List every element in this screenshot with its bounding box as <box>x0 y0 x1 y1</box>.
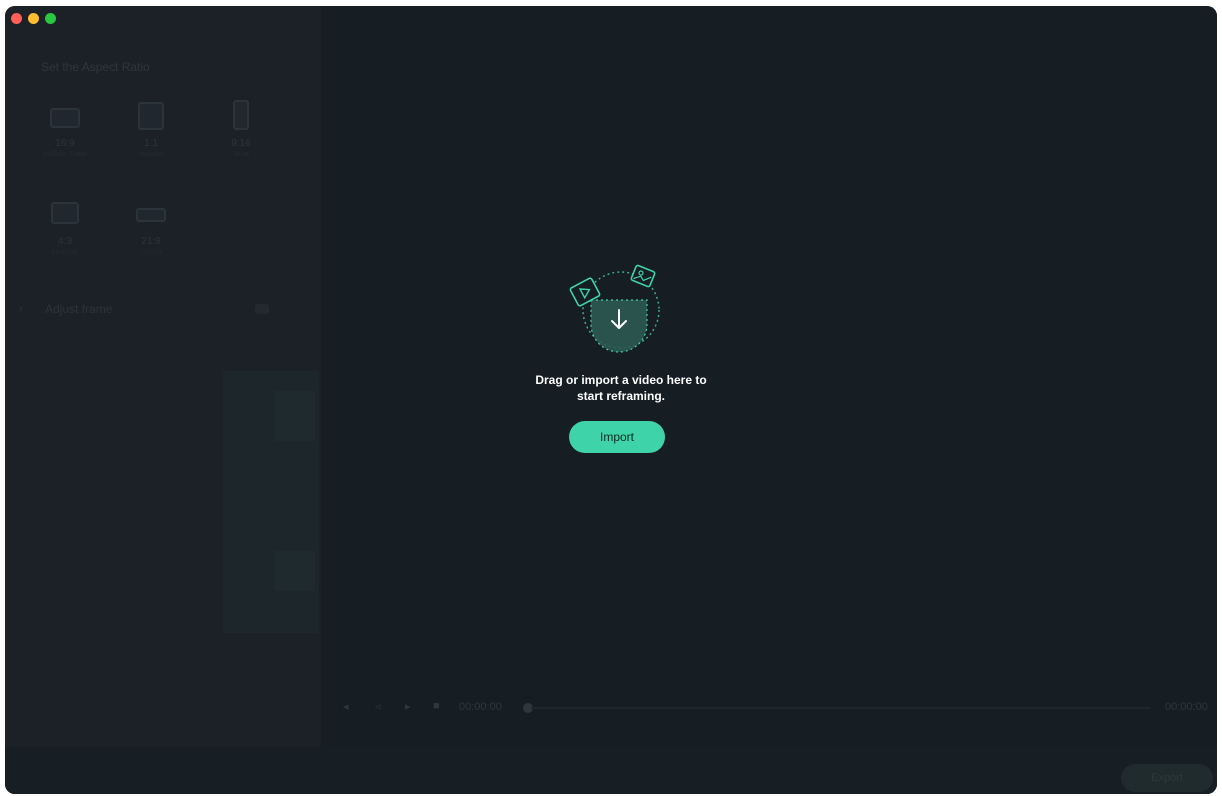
playback-controls: ◂ ◃ ▸ ■ 00:00:00 00:00:00 <box>321 696 1217 720</box>
ratio-label: 4:3 <box>58 236 72 247</box>
aspect-ratio-panel: Set the Aspect Ratio 16:9 YouTube, Twitt… <box>5 6 321 794</box>
ratio-option-4-3[interactable]: 4:3 Facebook <box>35 198 95 268</box>
ratio-sublabel: Instagram <box>137 152 165 158</box>
ratio-option-9-16[interactable]: 9:16 TikTok <box>211 100 271 170</box>
minimize-window-button[interactable] <box>28 13 39 24</box>
ratio-option-1-1[interactable]: 1:1 Instagram <box>121 100 181 170</box>
square-icon <box>138 102 164 130</box>
preview-area[interactable]: Drag or import a video here to start ref… <box>321 6 1217 686</box>
adjust-frame-toggle[interactable] <box>255 304 269 314</box>
app-window: Set the Aspect Ratio 16:9 YouTube, Twitt… <box>5 6 1217 794</box>
step-back-icon[interactable]: ◃ <box>375 700 381 713</box>
drop-text-line-1: Drag or import a video here to <box>535 373 707 387</box>
zoom-window-button[interactable] <box>45 13 56 24</box>
expand-arrow-icon: › <box>19 303 23 315</box>
cinema-icon <box>136 208 166 222</box>
widescreen-icon <box>50 108 80 128</box>
timeline-track[interactable] <box>531 707 1151 709</box>
import-button[interactable]: Import <box>569 421 665 453</box>
current-time: 00:00:00 <box>459 701 502 713</box>
ratio-label: 16:9 <box>55 138 75 149</box>
ratio-sublabel: Cinema <box>140 250 162 256</box>
adjust-frame-row[interactable]: › Adjust frame <box>17 300 307 320</box>
portrait-icon <box>233 100 249 130</box>
frame-block <box>275 551 315 591</box>
standard-icon <box>51 202 79 224</box>
frame-block <box>275 391 315 441</box>
export-button[interactable]: Export <box>1121 764 1213 792</box>
ratio-sublabel: TikTok <box>232 152 250 158</box>
import-media-illustration <box>569 264 660 353</box>
panel-title: Set the Aspect Ratio <box>41 60 150 74</box>
adjust-frame-label: Adjust frame <box>45 302 113 316</box>
volume-icon[interactable]: ◂ <box>343 700 349 713</box>
ratio-option-21-9[interactable]: 21:9 Cinema <box>121 198 181 268</box>
ratio-option-16-9[interactable]: 16:9 YouTube, Twitter <box>35 100 95 170</box>
window-controls <box>11 13 56 24</box>
ratio-label: 1:1 <box>144 138 158 149</box>
play-icon[interactable]: ▸ <box>405 700 411 713</box>
drop-text-line-2: start reframing. <box>576 389 666 403</box>
ratio-label: 9:16 <box>231 138 251 149</box>
drop-instructions: Drag or import a video here to start ref… <box>481 372 761 404</box>
ratio-label: 21:9 <box>141 236 161 247</box>
bottom-bar: Export <box>5 746 1217 794</box>
close-window-button[interactable] <box>11 13 22 24</box>
ratio-sublabel: YouTube, Twitter <box>42 152 88 158</box>
total-time: 00:00:00 <box>1165 701 1208 713</box>
frame-preview-strip <box>223 371 319 633</box>
ratio-sublabel: Facebook <box>51 250 79 256</box>
stop-icon[interactable]: ■ <box>433 700 440 712</box>
